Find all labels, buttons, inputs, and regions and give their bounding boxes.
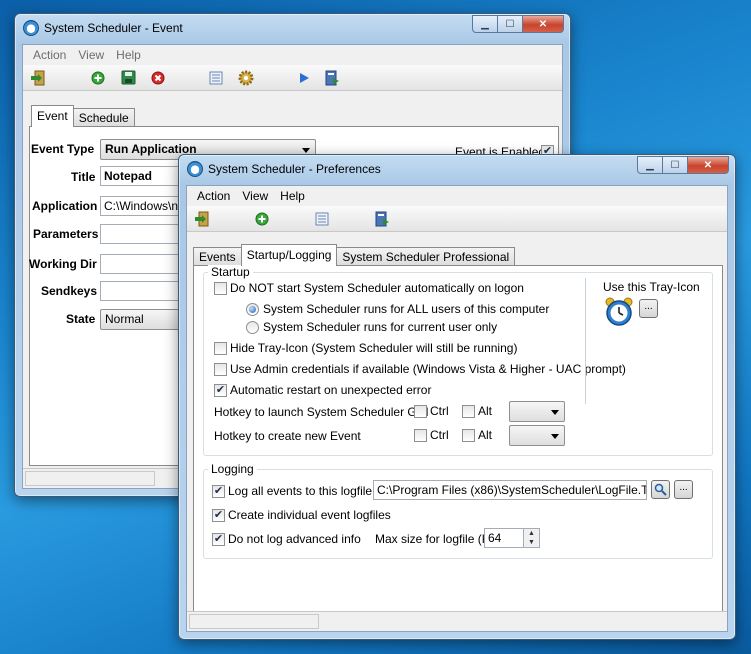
current-user-label: System Scheduler runs for current user o… <box>263 320 498 334</box>
admin-creds-label: Use Admin credentials if available (Wind… <box>230 362 626 376</box>
event-window-title: System Scheduler - Event <box>44 21 183 35</box>
save-icon[interactable] <box>119 69 137 87</box>
log-all-label: Log all events to this logfile <box>228 484 373 498</box>
hotkey-event-key-select[interactable] <box>509 425 565 446</box>
divider <box>585 278 586 404</box>
tab-startup-logging[interactable]: Startup/Logging <box>240 244 338 266</box>
sendkeys-label: Sendkeys <box>41 284 98 298</box>
prefs-window-title: System Scheduler - Preferences <box>208 162 381 176</box>
add-icon[interactable] <box>253 210 271 228</box>
export-icon[interactable] <box>373 210 391 228</box>
minimize-button[interactable]: ▁ <box>472 15 498 33</box>
application-label: Application <box>32 199 98 213</box>
menu-help[interactable]: Help <box>110 48 147 62</box>
current-user-radio[interactable] <box>246 321 259 334</box>
menu-action[interactable]: Action <box>191 189 236 203</box>
hotkey-gui-alt-checkbox[interactable] <box>462 405 475 418</box>
auto-restart-checkbox[interactable]: ✔ <box>214 384 227 397</box>
run-icon[interactable] <box>295 69 313 87</box>
close-button[interactable]: ✕ <box>687 156 729 174</box>
tab-events[interactable]: Events <box>193 247 242 266</box>
exit-icon[interactable] <box>29 69 47 87</box>
close-button[interactable]: ✕ <box>522 15 564 33</box>
hotkey-gui-ctrl-label: Ctrl <box>430 404 449 418</box>
all-users-radio[interactable] <box>246 303 259 316</box>
hide-tray-checkbox[interactable] <box>214 342 227 355</box>
individual-logs-label: Create individual event logfiles <box>228 508 391 522</box>
hotkey-event-ctrl-label: Ctrl <box>430 428 449 442</box>
admin-creds-checkbox[interactable] <box>214 363 227 376</box>
menu-help[interactable]: Help <box>274 189 311 203</box>
toolbar <box>23 65 562 91</box>
working-dir-label: Working Dir <box>29 257 97 271</box>
tab-professional[interactable]: System Scheduler Professional <box>336 247 516 266</box>
logfile-search-button[interactable] <box>651 480 670 499</box>
state-label: State <box>66 312 96 326</box>
tray-icon-label: Use this Tray-Icon <box>603 280 700 294</box>
exit-icon[interactable] <box>193 210 211 228</box>
add-icon[interactable] <box>89 69 107 87</box>
logging-group-title: Logging <box>208 462 257 476</box>
max-size-input[interactable]: 64 <box>484 528 524 548</box>
prefs-status-bar <box>187 611 727 631</box>
spin-down-icon[interactable]: ▼ <box>524 538 539 547</box>
list-icon[interactable] <box>313 210 331 228</box>
menu-action[interactable]: Action <box>27 48 72 62</box>
gear-icon[interactable] <box>237 69 255 87</box>
no-autostart-label: Do NOT start System Scheduler automatica… <box>230 281 524 295</box>
auto-restart-label: Automatic restart on unexpected error <box>230 383 432 397</box>
clock-icon <box>187 161 203 177</box>
tab-event[interactable]: Event <box>31 105 74 127</box>
minimize-button[interactable]: ▁ <box>637 156 663 174</box>
spin-up-icon[interactable]: ▲ <box>524 529 539 538</box>
hotkey-event-alt-label: Alt <box>478 428 493 442</box>
max-size-spinner[interactable]: ▲ ▼ <box>524 528 540 548</box>
hotkey-gui-key-select[interactable] <box>509 401 565 422</box>
maximize-button[interactable]: ☐ <box>497 15 523 33</box>
menu-view[interactable]: View <box>72 48 110 62</box>
max-size-label: Max size for logfile (K) <box>375 532 494 546</box>
list-icon[interactable] <box>207 69 225 87</box>
parameters-label: Parameters <box>33 227 99 241</box>
menu-bar: Action View Help <box>187 186 727 206</box>
startup-group-title: Startup <box>208 265 253 279</box>
delete-icon[interactable] <box>149 69 167 87</box>
hide-tray-label: Hide Tray-Icon (System Scheduler will st… <box>230 341 518 355</box>
hotkey-gui-label: Hotkey to launch System Scheduler GUI <box>214 405 429 419</box>
toolbar <box>187 206 727 232</box>
alarm-clock-icon <box>603 296 635 331</box>
log-all-checkbox[interactable]: ✔ <box>212 485 225 498</box>
hotkey-gui-alt-label: Alt <box>478 404 493 418</box>
no-advanced-label: Do not log advanced info <box>228 532 361 546</box>
individual-logs-checkbox[interactable]: ✔ <box>212 509 225 522</box>
logfile-browse-button[interactable]: ... <box>674 480 693 499</box>
no-advanced-checkbox[interactable]: ✔ <box>212 533 225 546</box>
menu-view[interactable]: View <box>236 189 274 203</box>
hotkey-event-label: Hotkey to create new Event <box>214 429 361 443</box>
no-autostart-checkbox[interactable] <box>214 282 227 295</box>
title-label: Title <box>71 170 96 184</box>
tray-icon-browse-button[interactable]: ... <box>639 299 658 318</box>
all-users-label: System Scheduler runs for ALL users of t… <box>263 302 550 316</box>
event-window-titlebar[interactable]: System Scheduler - Event ▁ ☐ ✕ <box>15 14 570 44</box>
tab-schedule[interactable]: Schedule <box>72 108 135 127</box>
preferences-window: System Scheduler - Preferences ▁ ☐ ✕ Act… <box>178 154 736 640</box>
hotkey-event-alt-checkbox[interactable] <box>462 429 475 442</box>
logfile-path-input[interactable]: C:\Program Files (x86)\SystemScheduler\L… <box>373 480 647 500</box>
prefs-window-titlebar[interactable]: System Scheduler - Preferences ▁ ☐ ✕ <box>179 155 735 185</box>
export-icon[interactable] <box>323 69 341 87</box>
hotkey-gui-ctrl-checkbox[interactable] <box>414 405 427 418</box>
menu-bar: Action View Help <box>23 45 562 65</box>
startup-logging-panel: Startup Do NOT start System Scheduler au… <box>193 265 723 612</box>
event-type-label: Event Type <box>31 142 95 156</box>
hotkey-event-ctrl-checkbox[interactable] <box>414 429 427 442</box>
maximize-button[interactable]: ☐ <box>662 156 688 174</box>
clock-icon <box>23 20 39 36</box>
